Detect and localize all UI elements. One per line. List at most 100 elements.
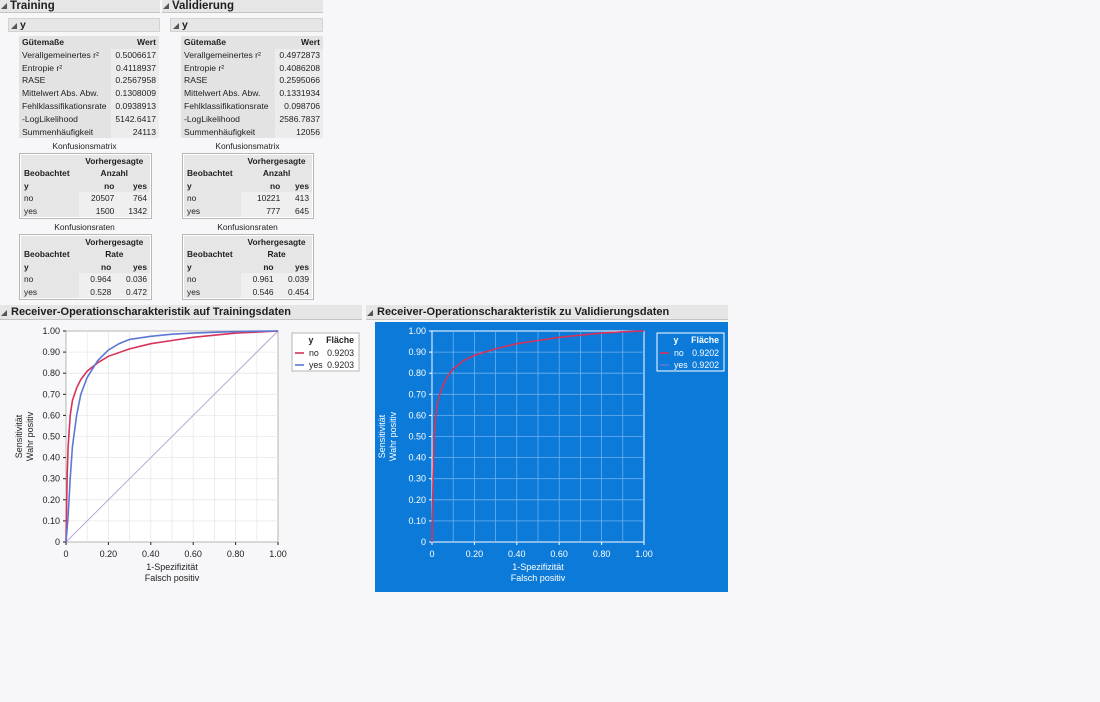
y-axis-label: Sensitivität bbox=[377, 414, 387, 458]
fit-label: Mittelwert Abs. Abw. bbox=[181, 87, 275, 100]
cm-head-observed: Beobachtet bbox=[21, 167, 79, 180]
y-axis-label: Sensitivität bbox=[14, 414, 24, 458]
blank-cell bbox=[21, 155, 79, 168]
y-tick-label: 0.20 bbox=[408, 495, 426, 505]
row-label: no bbox=[21, 192, 79, 205]
fit-label: RASE bbox=[181, 74, 275, 88]
validation-title: Validierung bbox=[172, 0, 234, 12]
validation-y-header[interactable]: y bbox=[170, 18, 323, 32]
y-tick-label: 0.10 bbox=[42, 516, 60, 526]
roc-validation-chart[interactable]: 0 0.10 0.20 0.30 0.40 0.50 0.60 0.70 0.80 0.90 1.0… bbox=[375, 322, 728, 592]
table-row: Summenhäufigkeit 24113 bbox=[19, 125, 159, 139]
legend-area-no: 0.9202 bbox=[692, 348, 719, 358]
disclosure-triangle-icon[interactable] bbox=[1, 310, 7, 316]
roc-validation-title: Receiver-Operationscharakteristik zu Val… bbox=[377, 306, 670, 318]
x-tick-label: 0.60 bbox=[550, 549, 568, 559]
cell: 0.546 bbox=[241, 285, 277, 299]
legend-label-no: no bbox=[674, 348, 684, 358]
cm-head-observed: Beobachtet bbox=[184, 167, 242, 180]
x-axis-label: 1-Spezifizität bbox=[512, 562, 564, 572]
fit-value: 12056 bbox=[274, 125, 323, 139]
training-y-label: y bbox=[20, 19, 26, 31]
table-row: Entropie r² 0.4118937 bbox=[19, 61, 159, 75]
y-tick-label: 0.40 bbox=[408, 453, 426, 463]
roc-training-title: Receiver-Operationscharakteristik auf Tr… bbox=[11, 306, 291, 318]
training-y-header[interactable]: y bbox=[8, 18, 160, 32]
cell: 0.528 bbox=[78, 285, 115, 299]
cr-head1: Vorhergesagte bbox=[241, 236, 312, 249]
fit-value: 0.1331934 bbox=[274, 87, 323, 100]
fit-value: 0.4972873 bbox=[274, 48, 323, 62]
cm-head1: Vorhergesagte bbox=[78, 155, 150, 168]
fit-value: 0.098706 bbox=[274, 99, 323, 113]
table-row: RASE 0.2595066 bbox=[181, 74, 323, 88]
training-outline-header[interactable]: Training bbox=[0, 0, 160, 13]
training-confusion-matrix-caption: Konfusionsmatrix bbox=[52, 141, 117, 151]
table-row: no 0.964 0.036 bbox=[21, 273, 150, 286]
validation-outline-header[interactable]: Validierung bbox=[162, 0, 323, 13]
cell: 0.472 bbox=[114, 285, 150, 299]
disclosure-triangle-icon[interactable] bbox=[1, 3, 7, 9]
table-row: yes 0.546 0.454 bbox=[184, 285, 312, 299]
y-tick-label: 0.90 bbox=[42, 347, 60, 357]
cm-col-no: no bbox=[78, 179, 118, 193]
y-tick-label: 0.90 bbox=[408, 347, 426, 357]
disclosure-triangle-icon[interactable] bbox=[163, 3, 169, 9]
cm-y: y bbox=[184, 179, 242, 193]
table-row: Fehlklassifikationsrate 0.098706 bbox=[181, 99, 323, 113]
fit-value: 0.4086208 bbox=[274, 61, 323, 75]
cell: 645 bbox=[283, 204, 312, 218]
x-tick-label: 0 bbox=[429, 549, 434, 559]
validation-fit-table: Gütemaße Wert Verallgemeinertes r² 0.4972… bbox=[181, 36, 323, 139]
fit-label: Verallgemeinertes r² bbox=[181, 48, 275, 62]
x-axis-label: Falsch positiv bbox=[145, 573, 200, 583]
table-row: yes 0.528 0.472 bbox=[21, 285, 150, 299]
y-axis-label: Wahr positiv bbox=[25, 411, 35, 461]
fit-label: Entropie r² bbox=[19, 61, 112, 75]
row-label: yes bbox=[21, 204, 79, 218]
cr-col-yes: yes bbox=[114, 260, 150, 274]
table-row: no 0.961 0.039 bbox=[184, 273, 312, 286]
legend-area-yes: 0.9202 bbox=[692, 360, 719, 370]
cell: 777 bbox=[241, 204, 284, 218]
cr-head-observed: Beobachtet bbox=[21, 248, 79, 261]
y-tick-label: 0.30 bbox=[408, 474, 426, 484]
y-tick-label: 0.50 bbox=[42, 432, 60, 442]
fit-label: -LogLikelihood bbox=[19, 112, 112, 126]
table-row: Mittelwert Abs. Abw. 0.1331934 bbox=[181, 87, 323, 100]
legend-label-yes: yes bbox=[309, 360, 323, 370]
y-tick-label: 0.20 bbox=[42, 495, 60, 505]
roc-training-header[interactable]: Receiver-Operationscharakteristik auf Tr… bbox=[0, 305, 362, 320]
training-title: Training bbox=[10, 0, 55, 12]
cm-head1: Vorhergesagte bbox=[241, 155, 312, 168]
disclosure-triangle-icon[interactable] bbox=[173, 23, 179, 29]
validation-confusion-rates: Vorhergesagte Beobachtet Rate y no yes no 0.… bbox=[182, 234, 314, 301]
cell: 20507 bbox=[78, 192, 118, 205]
fit-label: Fehlklassifikationsrate bbox=[181, 99, 275, 113]
roc-training-chart[interactable]: 0 0.10 0.20 0.30 0.40 0.50 0.60 0.70 0.80 0.90 1.0… bbox=[0, 322, 365, 592]
disclosure-triangle-icon[interactable] bbox=[11, 23, 17, 29]
y-tick-label: 0.70 bbox=[42, 389, 60, 399]
cr-head-observed: Beobachtet bbox=[184, 248, 242, 261]
table-row: Verallgemeinertes r² 0.5006617 bbox=[19, 48, 159, 62]
blank-cell bbox=[184, 155, 242, 168]
x-axis-label: 1-Spezifizität bbox=[146, 562, 198, 572]
x-tick-label: 0.80 bbox=[593, 549, 611, 559]
cr-head-rate: Rate bbox=[78, 248, 150, 261]
table-row: Entropie r² 0.4086208 bbox=[181, 61, 323, 75]
fit-label: Fehlklassifikationsrate bbox=[19, 99, 112, 113]
disclosure-triangle-icon[interactable] bbox=[367, 310, 373, 316]
x-tick-label: 0.20 bbox=[466, 549, 484, 559]
cm-head-count: Anzahl bbox=[78, 167, 150, 180]
fit-header-value: Wert bbox=[274, 36, 323, 49]
fit-value: 0.1308009 bbox=[111, 87, 159, 100]
x-tick-label: 0.40 bbox=[142, 549, 160, 559]
fit-label: RASE bbox=[19, 74, 112, 88]
row-label: yes bbox=[21, 285, 79, 299]
fit-header-value: Wert bbox=[111, 36, 159, 49]
cell: 0.036 bbox=[114, 273, 150, 286]
y-tick-label: 0.70 bbox=[408, 389, 426, 399]
row-label: no bbox=[184, 273, 242, 286]
roc-validation-header[interactable]: Receiver-Operationscharakteristik zu Val… bbox=[366, 305, 728, 320]
cr-y: y bbox=[184, 260, 242, 274]
